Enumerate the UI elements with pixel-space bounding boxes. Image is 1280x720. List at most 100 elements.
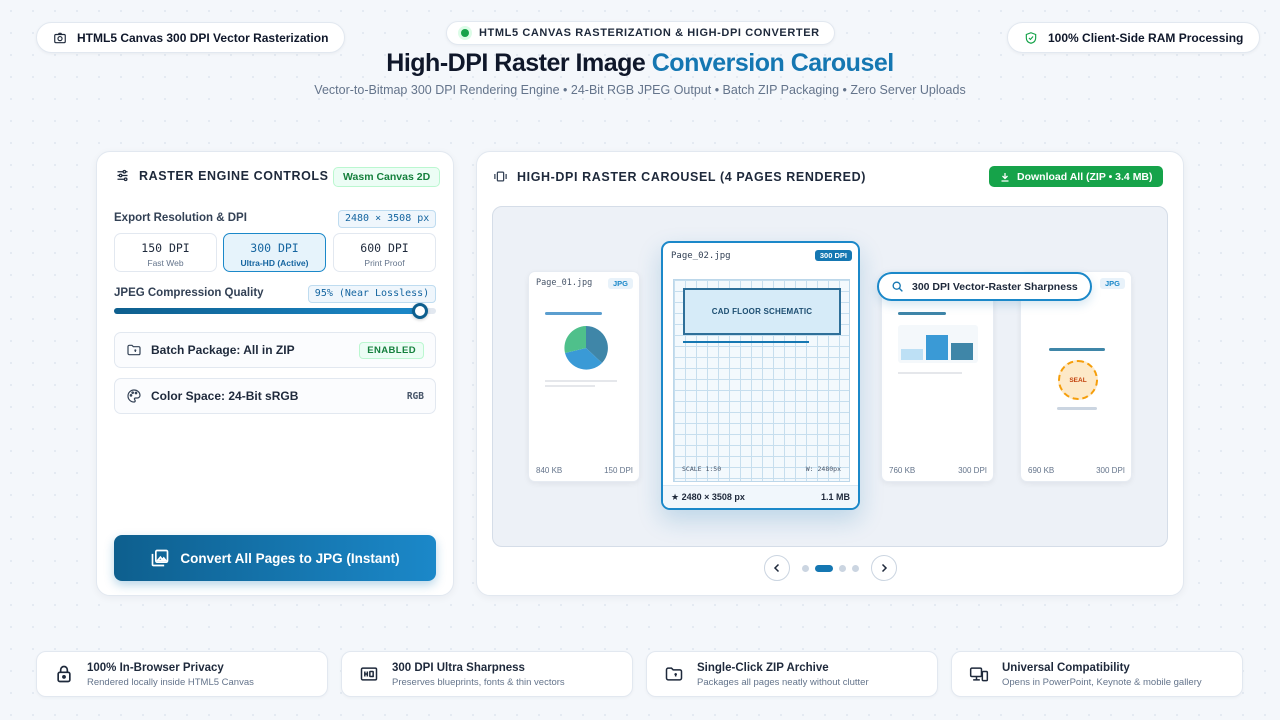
carousel-page-4[interactable]: JPG SEAL 690 KB 300 DPI xyxy=(1020,271,1132,482)
color-space-label: Color Space: 24-Bit sRGB xyxy=(151,389,299,403)
convert-all-button[interactable]: Convert All Pages to JPG (Instant) xyxy=(114,535,436,581)
folder-icon xyxy=(665,667,683,681)
page-heading-line xyxy=(898,312,946,315)
schematic-label-box: CAD FLOOR SCHEMATIC xyxy=(683,288,841,335)
color-space-value: RGB xyxy=(406,390,424,402)
seal-text: SEAL xyxy=(1069,376,1087,384)
page-heading-line xyxy=(545,312,602,315)
page-format-tag: JPG xyxy=(607,278,633,289)
carousel-next-button[interactable] xyxy=(871,555,897,581)
camera-icon xyxy=(54,32,66,43)
page-dpi: 150 DPI xyxy=(604,466,633,475)
bar-chart-graphic xyxy=(898,325,978,363)
carousel-heading: HIGH-DPI RASTER CAROUSEL (4 PAGES RENDER… xyxy=(493,169,866,184)
page-dpi: 300 DPI xyxy=(958,466,987,475)
controls-heading: RASTER ENGINE CONTROLS xyxy=(115,168,329,183)
quality-slider-fill xyxy=(114,308,420,314)
pie-chart-graphic xyxy=(564,326,608,370)
sliders-icon xyxy=(117,169,128,182)
quality-label: JPEG Compression Quality xyxy=(114,287,264,299)
folder-icon xyxy=(127,344,141,356)
page-heading-line xyxy=(1049,348,1105,351)
page-text-line xyxy=(545,380,617,382)
hq-icon xyxy=(360,667,378,681)
download-icon xyxy=(1001,172,1009,182)
feature-title: Universal Compatibility xyxy=(1002,662,1130,674)
schematic-width-note: W: 2480px xyxy=(805,465,841,473)
header-center-pill: HTML5 CANVAS RASTERIZATION & HIGH-DPI CO… xyxy=(446,21,835,45)
quality-slider-thumb[interactable] xyxy=(412,303,428,319)
page-subtitle: Vector-to-Bitmap 300 DPI Rendering Engin… xyxy=(314,83,966,97)
carousel-icon xyxy=(494,171,507,182)
carousel-page-1[interactable]: Page_01.jpg JPG 840 KB 150 DPI xyxy=(528,271,640,482)
feature-title: Single-Click ZIP Archive xyxy=(697,662,829,674)
status-dot-icon xyxy=(461,29,469,37)
page-file-size: 690 KB xyxy=(1028,466,1055,475)
page-title: High-DPI Raster Image Conversion Carouse… xyxy=(0,49,1280,78)
carousel-dot-4[interactable] xyxy=(852,565,859,572)
batch-package-option[interactable]: Batch Package: All in ZIP ENABLED xyxy=(114,332,436,368)
feature-card-sharpness: 300 DPI Ultra Sharpness Preserves bluepr… xyxy=(341,651,633,697)
schematic-label: CAD FLOOR SCHEMATIC xyxy=(711,307,813,316)
header-pill-right-text: 100% Client-Side RAM Processing xyxy=(1048,30,1244,45)
page-file-size: 840 KB xyxy=(536,466,563,475)
dpi-option-150[interactable]: 150 DPI Fast Web xyxy=(114,233,217,272)
dpi-option-300[interactable]: 300 DPI Ultra-HD (Active) xyxy=(223,233,326,272)
carousel-dot-1[interactable] xyxy=(802,565,809,572)
schematic-dimension-line xyxy=(683,341,809,343)
header-pill-center-text: HTML5 CANVAS RASTERIZATION & HIGH-DPI CO… xyxy=(479,27,820,39)
engine-badge: Wasm Canvas 2D xyxy=(333,167,441,187)
palette-icon xyxy=(127,389,141,403)
page-text-line xyxy=(898,372,962,374)
page-text-line xyxy=(1057,407,1097,410)
carousel-page-3[interactable]: 760 KB 300 DPI xyxy=(881,271,994,482)
magnifier-icon xyxy=(892,281,903,292)
carousel-dot-2-active[interactable] xyxy=(815,565,833,572)
lock-icon xyxy=(57,665,71,683)
resolution-label: Export Resolution & DPI xyxy=(114,212,247,224)
chart-bar xyxy=(926,335,948,360)
feature-title: 300 DPI Ultra Sharpness xyxy=(392,662,525,674)
page-filename: Page_01.jpg xyxy=(536,278,593,288)
quality-slider-track[interactable] xyxy=(114,308,436,314)
zoom-sharpness-tooltip: 300 DPI Vector-Raster Sharpness xyxy=(877,272,1092,301)
dpi-option-sub: Fast Web xyxy=(147,258,184,268)
feature-subtitle: Opens in PowerPoint, Keynote & mobile ga… xyxy=(1002,677,1202,688)
page-format-tag: JPG xyxy=(1099,278,1125,289)
dpi-option-value: 600 DPI xyxy=(360,241,409,255)
feature-card-zip: Single-Click ZIP Archive Packages all pa… xyxy=(646,651,938,697)
download-all-button[interactable]: Download All (ZIP • 3.4 MB) xyxy=(989,166,1163,187)
blueprint-grid: CAD FLOOR SCHEMATIC SCALE 1:50 W: 2480px xyxy=(673,279,850,482)
chart-bar xyxy=(901,349,923,360)
dpi-option-value: 300 DPI xyxy=(250,241,299,255)
schematic-scale: SCALE 1:50 xyxy=(682,465,722,473)
page-dpi: 300 DPI xyxy=(1096,466,1125,475)
quality-value-badge: 95% (Near Lossless) xyxy=(308,285,436,303)
feature-subtitle: Rendered locally inside HTML5 Canvas xyxy=(87,677,254,688)
dpi-option-600[interactable]: 600 DPI Print Proof xyxy=(333,233,436,272)
dpi-option-value: 150 DPI xyxy=(141,241,190,255)
devices-icon xyxy=(969,667,989,682)
page-filename: Page_02.jpg xyxy=(671,251,731,261)
page-title-main: High-DPI Raster Image xyxy=(386,49,646,77)
page-dimensions: ★ 2480 × 3508 px xyxy=(671,492,745,502)
feature-card-privacy: 100% In-Browser Privacy Rendered locally… xyxy=(36,651,328,697)
page-text-line xyxy=(545,385,595,387)
page-file-size: 760 KB xyxy=(889,466,916,475)
dpi-option-sub: Print Proof xyxy=(364,258,405,268)
carousel-page-2-active[interactable]: Page_02.jpg 300 DPI CAD FLOOR SCHEMATIC … xyxy=(661,241,860,510)
color-space-option[interactable]: Color Space: 24-Bit sRGB RGB xyxy=(114,378,436,414)
batch-package-label: Batch Package: All in ZIP xyxy=(151,343,295,357)
carousel-dot-3[interactable] xyxy=(839,565,846,572)
carousel-heading-text: HIGH-DPI RASTER CAROUSEL (4 PAGES RENDER… xyxy=(517,169,866,184)
chevron-left-icon xyxy=(773,563,780,573)
zoom-tooltip-text: 300 DPI Vector-Raster Sharpness xyxy=(912,280,1078,293)
controls-heading-text: RASTER ENGINE CONTROLS xyxy=(139,168,329,183)
dpi-option-sub: Ultra-HD (Active) xyxy=(240,258,309,268)
carousel-prev-button[interactable] xyxy=(764,555,790,581)
header-pill-left-text: HTML5 Canvas 300 DPI Vector Rasterizatio… xyxy=(77,30,329,45)
page-dpi-tag: 300 DPI xyxy=(814,250,852,261)
chevron-right-icon xyxy=(881,563,888,573)
feature-card-compatibility: Universal Compatibility Opens in PowerPo… xyxy=(951,651,1243,697)
page-file-size: 1.1 MB xyxy=(820,492,850,502)
